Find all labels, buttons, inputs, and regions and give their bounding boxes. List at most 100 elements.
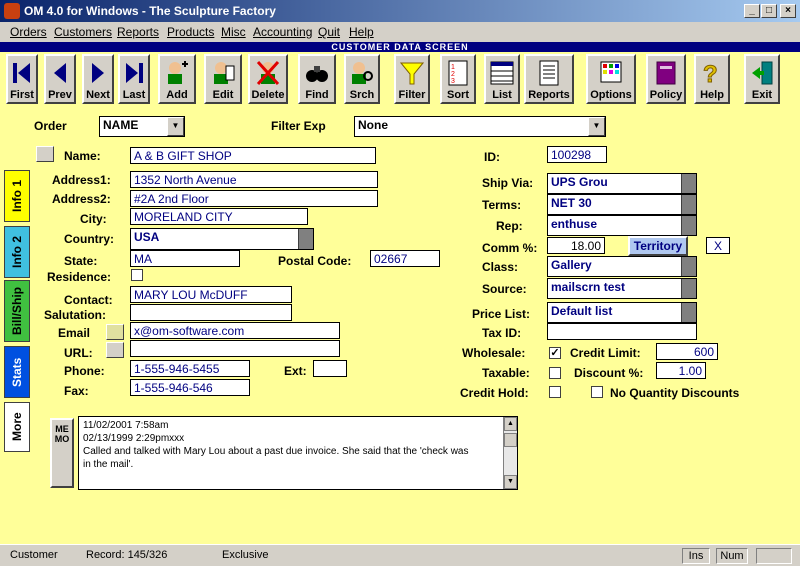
dropdown-button[interactable] <box>681 174 696 193</box>
maximize-button[interactable]: □ <box>761 4 777 18</box>
add-button[interactable]: Add <box>158 54 196 104</box>
clipboard-icon[interactable] <box>36 146 54 162</box>
class-select[interactable]: Gallery <box>547 256 697 277</box>
exit-button[interactable]: Exit <box>744 54 780 104</box>
prev-button[interactable]: Prev <box>44 54 76 104</box>
memo-textarea[interactable]: 11/02/2001 7:58am 02/13/1999 2:29pmxxx C… <box>78 416 518 490</box>
wholesale-checkbox[interactable]: ✓ <box>549 347 561 359</box>
envelope-icon[interactable] <box>106 324 124 340</box>
credit-limit-field[interactable]: 600 <box>656 343 718 360</box>
dropdown-button[interactable] <box>681 216 696 235</box>
state-field[interactable]: MA <box>130 250 240 267</box>
help-question-icon: ? <box>703 61 719 87</box>
sort-label: Sort <box>447 89 469 101</box>
city-field[interactable]: MORELAND CITY <box>130 208 308 225</box>
tab-more[interactable]: More <box>4 402 30 452</box>
contact-field[interactable]: MARY LOU McDUFF <box>130 286 292 303</box>
credit-limit-label: Credit Limit: <box>570 346 641 360</box>
scroll-down-icon[interactable]: ▼ <box>504 475 517 489</box>
ext-field[interactable] <box>313 360 347 377</box>
dropdown-button[interactable] <box>681 279 696 298</box>
credit-hold-checkbox[interactable] <box>549 386 561 398</box>
ship-via-select[interactable]: UPS Grou <box>547 173 697 194</box>
country-select[interactable]: USA <box>130 228 314 250</box>
menu-help[interactable]: Help <box>349 25 374 39</box>
policy-book-icon <box>656 61 676 85</box>
tax-id-field[interactable] <box>547 323 697 340</box>
last-button[interactable]: Last <box>118 54 150 104</box>
terms-value: NET 30 <box>551 196 592 210</box>
minimize-button[interactable]: _ <box>744 4 760 18</box>
phone-field[interactable]: 1-555-946-5455 <box>130 360 250 377</box>
next-button[interactable]: Next <box>82 54 114 104</box>
email-field[interactable]: x@om-software.com <box>130 322 340 339</box>
reports-button[interactable]: Reports <box>524 54 574 104</box>
fax-field[interactable]: 1-555-946-546 <box>130 379 250 396</box>
url-field[interactable] <box>130 340 340 357</box>
address2-field[interactable]: #2A 2nd Floor <box>130 190 378 207</box>
discount-field[interactable]: 1.00 <box>656 362 706 379</box>
dropdown-button[interactable] <box>681 303 696 322</box>
close-button[interactable]: × <box>780 4 796 18</box>
taxable-checkbox[interactable] <box>549 367 561 379</box>
tab-info1[interactable]: Info 1 <box>4 170 30 222</box>
find-button[interactable]: Find <box>298 54 336 104</box>
territory-field[interactable]: X <box>706 237 730 254</box>
menu-reports[interactable]: Reports <box>117 25 159 39</box>
dropdown-button[interactable] <box>298 229 313 249</box>
menu-misc[interactable]: Misc <box>221 25 246 39</box>
residence-checkbox[interactable] <box>131 269 143 281</box>
rep-select[interactable]: enthuse <box>547 215 697 236</box>
menu-products[interactable]: Products <box>167 25 214 39</box>
delete-icon <box>256 60 280 86</box>
srch-button[interactable]: Srch <box>344 54 380 104</box>
price-list-label: Price List: <box>472 307 531 321</box>
menu-orders[interactable]: Orders <box>10 25 47 39</box>
comm-field[interactable]: 18.00 <box>547 237 605 254</box>
chevron-down-icon[interactable]: ▼ <box>167 117 184 136</box>
tab-info2[interactable]: Info 2 <box>4 226 30 278</box>
dropdown-button[interactable] <box>681 257 696 276</box>
first-button[interactable]: First <box>6 54 38 104</box>
filter-exp-value: None <box>358 118 388 132</box>
help-button[interactable]: ? Help <box>694 54 730 104</box>
next-label: Next <box>86 89 110 101</box>
terms-label: Terms: <box>482 198 522 212</box>
delete-button[interactable]: Delete <box>248 54 288 104</box>
salutation-field[interactable] <box>130 304 292 321</box>
exit-label: Exit <box>751 89 773 101</box>
chevron-down-icon[interactable]: ▼ <box>588 117 605 136</box>
filter-exp-select[interactable]: None ▼ <box>354 116 606 137</box>
web-globe-icon[interactable] <box>106 342 124 358</box>
address1-field[interactable]: 1352 North Avenue <box>130 171 378 188</box>
scroll-thumb[interactable] <box>504 433 517 447</box>
price-list-select[interactable]: Default list <box>547 302 697 323</box>
options-button[interactable]: Options <box>586 54 636 104</box>
scroll-up-icon[interactable]: ▲ <box>504 417 517 431</box>
menu-quit[interactable]: Quit <box>318 25 340 39</box>
discount-label: Discount %: <box>574 366 644 380</box>
edit-button[interactable]: Edit <box>204 54 242 104</box>
postal-code-field[interactable]: 02667 <box>370 250 440 267</box>
no-quantity-discounts-checkbox[interactable] <box>591 386 603 398</box>
id-field[interactable]: 100298 <box>547 146 607 163</box>
menu-customers[interactable]: Customers <box>54 25 112 39</box>
filter-button[interactable]: Filter <box>394 54 430 104</box>
policy-button[interactable]: Policy <box>646 54 686 104</box>
sort-button[interactable]: 123 Sort <box>440 54 476 104</box>
name-field[interactable]: A & B GIFT SHOP <box>130 147 376 164</box>
dropdown-button[interactable] <box>681 195 696 214</box>
help-label: Help <box>700 89 724 101</box>
menu-accounting[interactable]: Accounting <box>253 25 312 39</box>
list-button[interactable]: List <box>484 54 520 104</box>
add-label: Add <box>166 89 188 101</box>
memo-button[interactable]: MEMO <box>50 418 74 488</box>
terms-select[interactable]: NET 30 <box>547 194 697 215</box>
memo-scrollbar[interactable]: ▲ ▼ <box>503 417 517 489</box>
tab-billship[interactable]: Bill/Ship <box>4 280 30 342</box>
tab-stats[interactable]: Stats <box>4 346 30 398</box>
territory-button[interactable]: Territory <box>628 236 688 256</box>
address2-label: Address2: <box>52 192 111 206</box>
source-select[interactable]: mailscrn test <box>547 278 697 299</box>
order-select[interactable]: NAME ▼ <box>99 116 185 137</box>
